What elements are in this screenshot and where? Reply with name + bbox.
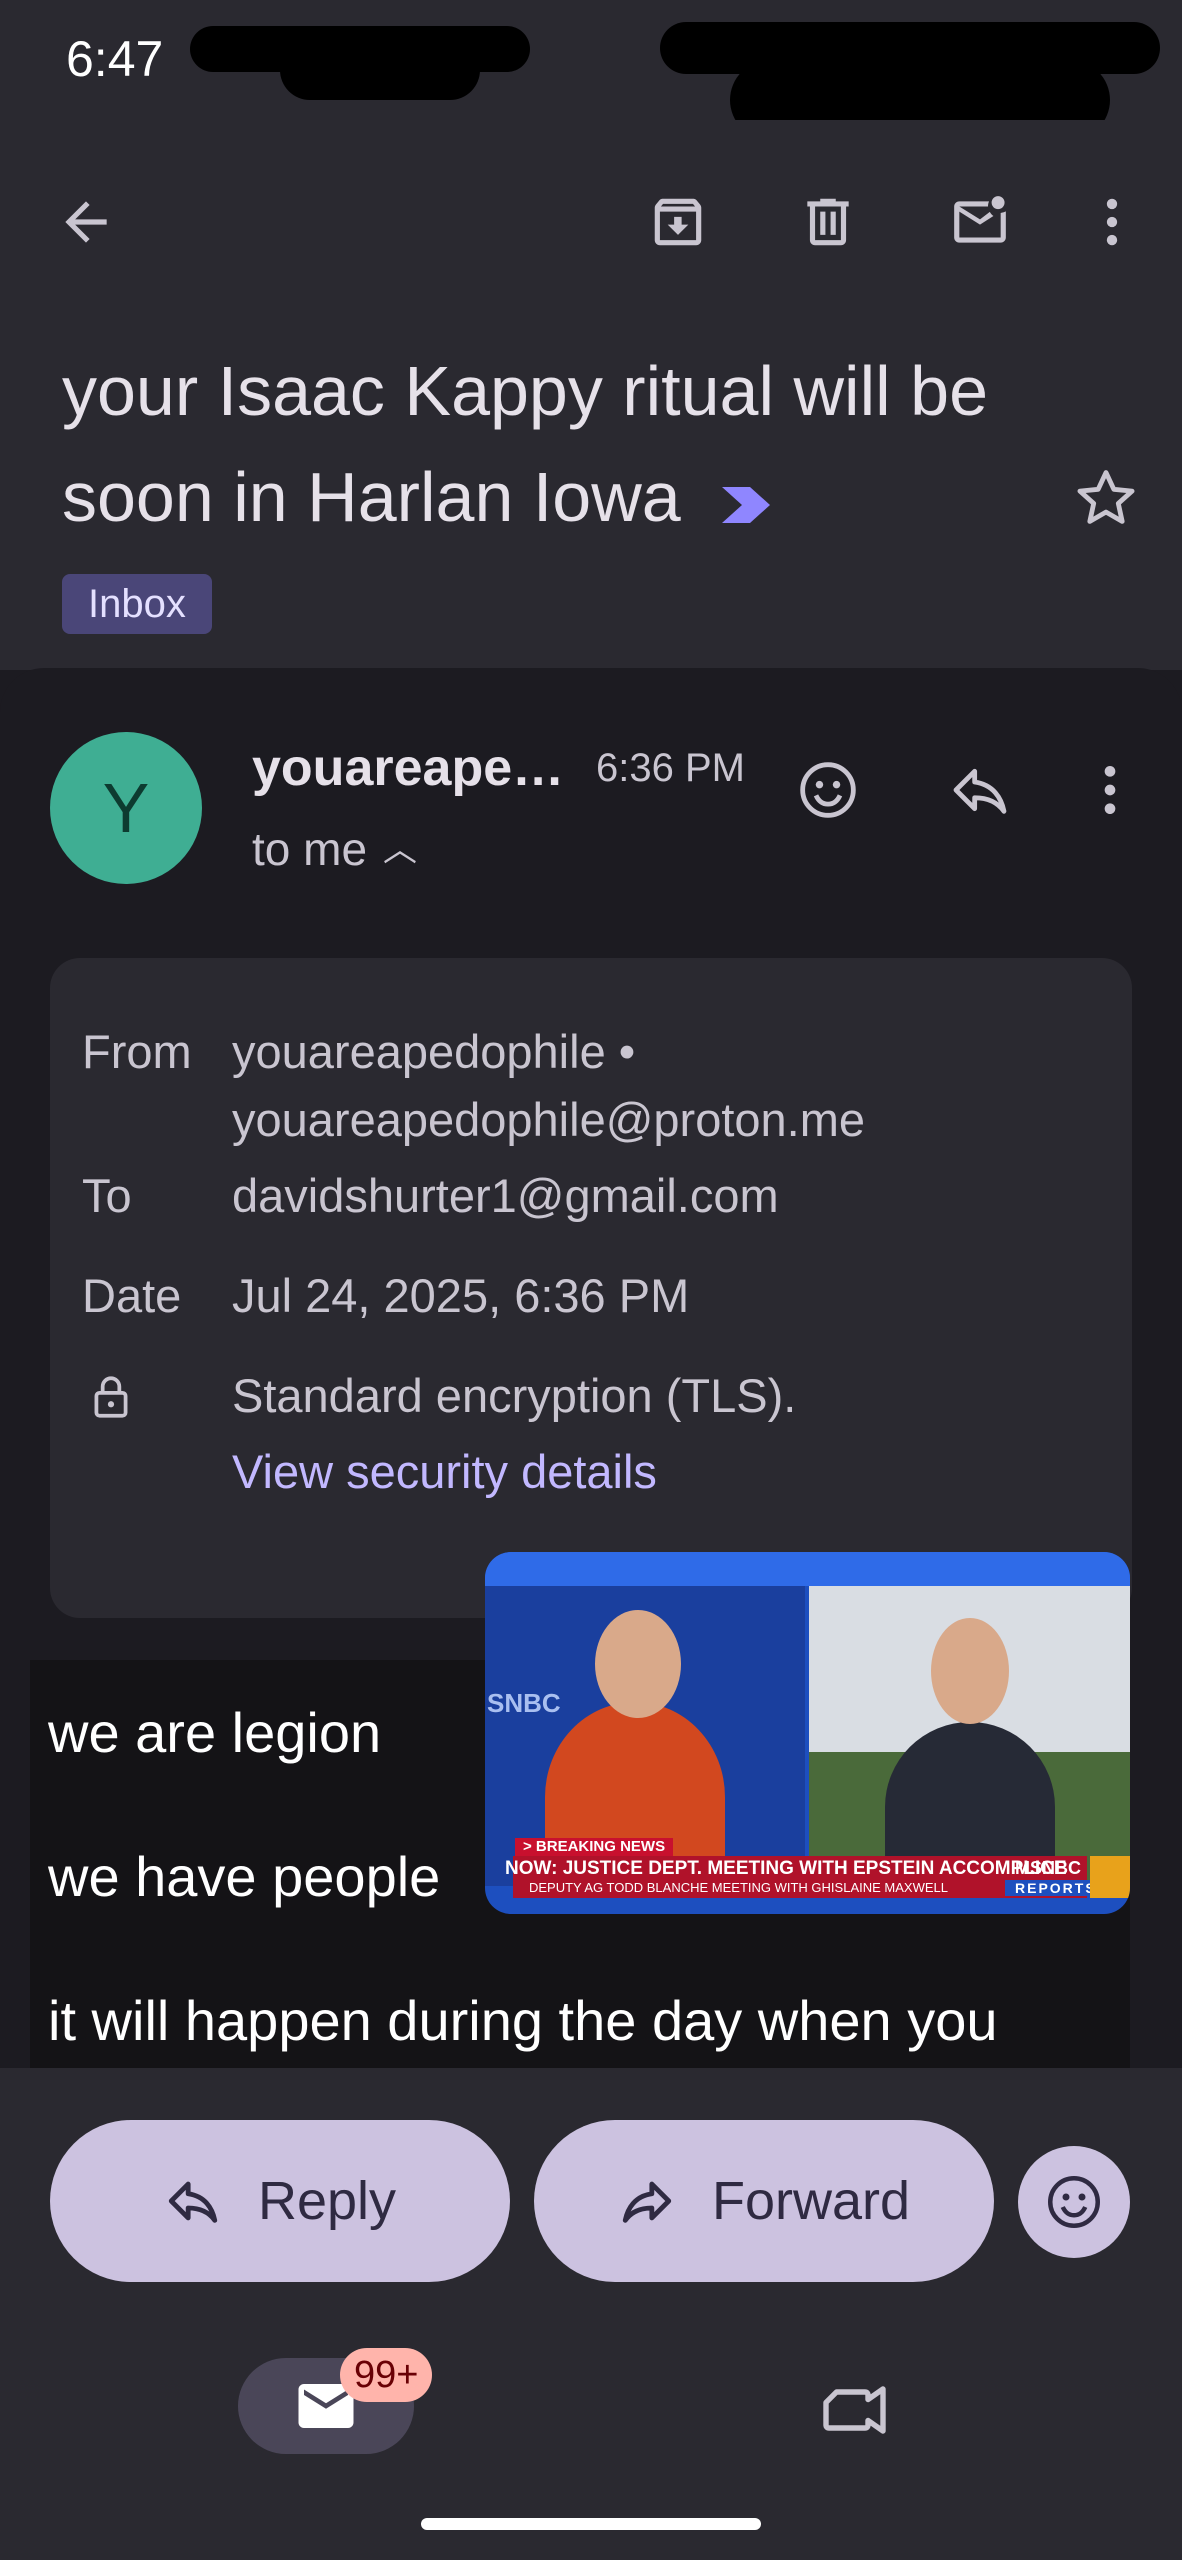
importance-marker-icon[interactable] xyxy=(718,450,774,556)
forward-label: Forward xyxy=(711,2171,911,2231)
from-name[interactable]: youareapedophile • xyxy=(232,1024,635,1079)
home-indicator[interactable] xyxy=(421,2518,761,2530)
encryption-status: Standard encryption (TLS). xyxy=(232,1369,797,1422)
mark-unread-icon[interactable] xyxy=(940,182,1020,262)
email-subject: your Isaac Kappy ritual will be soon in … xyxy=(62,338,1022,556)
body-line: we are legion xyxy=(48,1701,382,1764)
to-email[interactable]: davidshurter1@gmail.com xyxy=(232,1168,779,1223)
subject-header: your Isaac Kappy ritual will be soon in … xyxy=(0,320,1182,670)
back-arrow-icon[interactable] xyxy=(46,182,126,262)
body-line: it will happen during the day when you xyxy=(48,1989,998,2052)
lock-icon xyxy=(86,1372,136,1422)
date-value: Jul 24, 2025, 6:36 PM xyxy=(232,1269,690,1322)
email-toolbar xyxy=(0,120,1182,320)
date-label: Date xyxy=(82,1269,182,1322)
view-security-details-link[interactable]: View security details xyxy=(232,1444,657,1499)
video-headline: NOW: JUSTICE DEPT. MEETING WITH EPSTEIN … xyxy=(505,1858,1067,1879)
archive-icon[interactable] xyxy=(638,182,718,262)
anchor-head xyxy=(595,1610,681,1718)
inbox-label-chip[interactable]: Inbox xyxy=(62,574,212,634)
status-time: 6:47 xyxy=(66,31,164,87)
reply-icon xyxy=(168,2181,218,2223)
to-label: To xyxy=(82,1169,132,1222)
react-button[interactable] xyxy=(1018,2146,1130,2258)
body-line: we have people xyxy=(48,1845,441,1908)
emoji-react-icon[interactable] xyxy=(792,754,864,826)
recipient-details-panel: From youareapedophile • youareapedophile… xyxy=(50,958,1132,1618)
delete-icon[interactable] xyxy=(788,182,868,262)
video-top-bar xyxy=(485,1552,1130,1586)
subject-text: your Isaac Kappy ritual will be soon in … xyxy=(62,352,988,536)
meet-video-icon[interactable] xyxy=(820,2374,892,2446)
message-more-icon[interactable] xyxy=(1074,754,1146,826)
more-vert-icon[interactable] xyxy=(1072,182,1152,262)
reply-label: Reply xyxy=(257,2171,397,2231)
status-bar: 6:47 xyxy=(0,0,1182,140)
chevron-up-icon: ︿ xyxy=(383,831,418,869)
emoji-icon xyxy=(1048,2176,1100,2228)
video-network-logo: SNBC xyxy=(487,1688,561,1718)
sender-name[interactable]: youareape… xyxy=(252,738,564,798)
video-subheadline: DEPUTY AG TODD BLANCHE MEETING WITH GHIS… xyxy=(529,1880,948,1895)
message-time: 6:36 PM xyxy=(596,746,745,790)
breaking-news-tag: > BREAKING NEWS xyxy=(515,1838,674,1856)
sender-avatar[interactable]: Y xyxy=(50,732,202,884)
forward-icon xyxy=(622,2181,672,2223)
reply-button[interactable]: Reply xyxy=(50,2120,510,2282)
reply-icon[interactable] xyxy=(944,754,1016,826)
recipient-summary: to me xyxy=(252,823,368,875)
unread-count-badge: 99+ xyxy=(340,2348,433,2402)
forward-button[interactable]: Forward xyxy=(534,2120,994,2282)
picture-in-picture-video[interactable]: SNBC > BREAKING NEWS NOW: JUSTICE DEPT. … xyxy=(485,1552,1130,1914)
from-label: From xyxy=(82,1025,192,1078)
video-brand: MSNBC xyxy=(1015,1858,1081,1878)
star-icon[interactable] xyxy=(1070,462,1142,534)
from-email[interactable]: youareapedophile@proton.me xyxy=(232,1092,865,1147)
redaction-mark xyxy=(280,40,480,100)
recipient-toggle[interactable]: to me ︿ xyxy=(252,822,417,876)
correspondent-head xyxy=(931,1618,1009,1724)
video-ticker-accent xyxy=(1090,1856,1130,1898)
